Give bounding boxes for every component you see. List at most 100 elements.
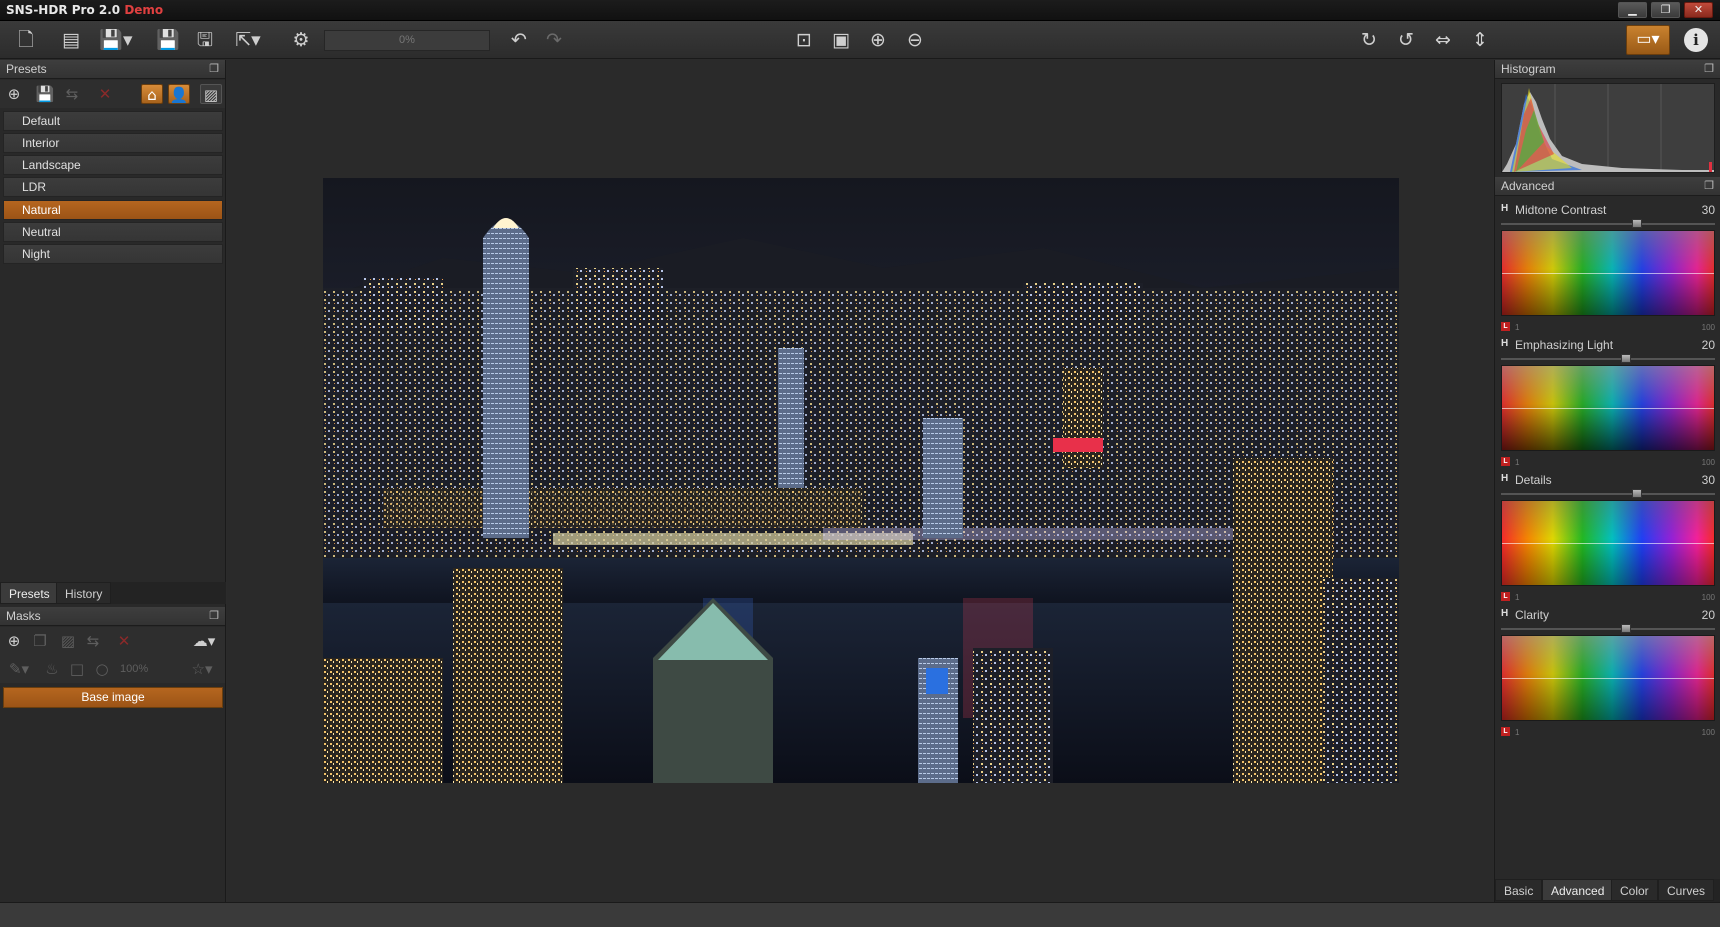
adjustment-emphasizing-light: H Emphasizing Light 20 [1501, 336, 1715, 354]
emphasizing-light-curve[interactable] [1501, 365, 1715, 451]
home-preset-icon[interactable]: ⌂ [141, 84, 163, 104]
curve-footer: L 1 100 [1501, 457, 1715, 467]
base-image-layer[interactable]: Base image [3, 687, 223, 708]
flip-horizontal-icon[interactable]: ⇔ [1429, 28, 1457, 52]
duplicate-mask-icon[interactable]: ❐ [29, 631, 51, 651]
slider-thumb[interactable] [1621, 354, 1632, 363]
adjustment-midtone-contrast: H Midtone Contrast 30 [1501, 201, 1715, 219]
delete-mask-icon[interactable]: ✕ [113, 631, 135, 651]
redo-icon[interactable]: ↷ [540, 28, 568, 52]
masks-toolbar-1: ⊕ ❐ ▨ ⇆ ✕ ☁▾ [0, 627, 225, 655]
zoom-out-icon[interactable]: ⊖ [901, 28, 929, 52]
rename-preset-icon[interactable]: ⇆ [61, 84, 83, 104]
zoom-fit-icon[interactable]: ▣ [827, 28, 855, 52]
l-marker[interactable]: L [1501, 457, 1510, 466]
mask-opacity-select[interactable]: 100% [120, 663, 148, 675]
tab-history[interactable]: History [56, 582, 112, 604]
curve-footer: L 1 100 [1501, 727, 1715, 737]
midtone-contrast-slider[interactable] [1501, 219, 1715, 228]
adjustment-value: 20 [1701, 608, 1715, 622]
details-slider[interactable] [1501, 489, 1715, 498]
midtone-contrast-curve[interactable] [1501, 230, 1715, 316]
fill-tool-icon[interactable]: ♨ [41, 659, 63, 679]
h-marker[interactable]: H [1501, 203, 1508, 214]
float-panel-icon[interactable]: ❐ [209, 60, 219, 79]
save-preset-icon[interactable]: 💾 [34, 84, 56, 104]
add-mask-icon[interactable]: ⊕ [3, 631, 25, 651]
image-preset-icon[interactable]: ▨ [200, 84, 222, 104]
h-marker[interactable]: H [1501, 608, 1508, 619]
star-menu-icon[interactable]: ☆▾ [186, 659, 218, 679]
emphasizing-light-slider[interactable] [1501, 354, 1715, 363]
restore-button[interactable]: ❐ [1651, 2, 1680, 18]
slider-thumb[interactable] [1631, 219, 1642, 228]
save-as-icon[interactable]: 🖫 [191, 28, 219, 52]
image-canvas[interactable] [227, 60, 1493, 902]
preset-item[interactable]: Default [3, 111, 223, 131]
right-panel-tabs: Basic Advanced Color Curves [1495, 879, 1720, 902]
preset-item[interactable]: Landscape [3, 155, 223, 175]
slider-thumb[interactable] [1631, 489, 1642, 498]
preset-item[interactable]: Neutral [3, 222, 223, 242]
demo-label: Demo [124, 3, 164, 17]
rotate-cw-icon[interactable]: ↻ [1355, 28, 1383, 52]
clarity-curve[interactable] [1501, 635, 1715, 721]
l-marker[interactable]: L [1501, 727, 1510, 736]
zoom-in-icon[interactable]: ⊕ [864, 28, 892, 52]
settings-icon[interactable]: ⚙ [287, 28, 315, 52]
undo-icon[interactable]: ↶ [505, 28, 533, 52]
adjustment-label: Emphasizing Light [1515, 338, 1614, 352]
mask-image-icon[interactable]: ▨ [57, 631, 79, 651]
display-mode-button[interactable]: ▭▾ [1626, 25, 1670, 55]
rectangle-tool-icon[interactable]: □ [66, 659, 88, 679]
preset-item[interactable]: Interior [3, 133, 223, 153]
tab-basic[interactable]: Basic [1495, 879, 1543, 901]
float-panel-icon[interactable]: ❐ [1704, 60, 1714, 79]
float-panel-icon[interactable]: ❐ [209, 607, 219, 626]
preset-item-selected[interactable]: Natural [3, 200, 223, 220]
add-preset-icon[interactable]: ⊕ [3, 84, 25, 104]
clarity-slider[interactable] [1501, 624, 1715, 633]
presets-toolbar: ⊕ 💾 ⇆ ✕ ⌂ 👤 ▨ [0, 80, 225, 108]
save-icon[interactable]: 💾 [154, 28, 182, 52]
flip-vertical-icon[interactable]: ⇕ [1466, 28, 1494, 52]
city-night-photo [323, 178, 1399, 783]
tab-curves[interactable]: Curves [1658, 879, 1715, 901]
tab-advanced[interactable]: Advanced [1542, 879, 1614, 901]
left-panel-tabs: Presets History [0, 582, 226, 604]
hdr-photo [323, 178, 1399, 783]
curve-footer: L 1 100 [1501, 592, 1715, 602]
brush-tool-icon[interactable]: ✎▾ [5, 659, 33, 679]
user-preset-icon[interactable]: 👤 [168, 84, 190, 104]
tab-color[interactable]: Color [1611, 879, 1658, 901]
zoom-actual-size-icon[interactable]: ⊡ [790, 28, 818, 52]
details-curve[interactable] [1501, 500, 1715, 586]
float-panel-icon[interactable]: ❐ [1704, 177, 1714, 196]
adjustment-value: 20 [1701, 338, 1715, 352]
delete-preset-icon[interactable]: ✕ [94, 84, 116, 104]
new-file-icon[interactable]: 🗋 [12, 28, 40, 52]
adjustment-value: 30 [1701, 203, 1715, 217]
swap-mask-icon[interactable]: ⇆ [82, 631, 104, 651]
open-sns-icon[interactable]: ▤ [57, 28, 85, 52]
preset-item[interactable]: Night [3, 244, 223, 264]
h-marker[interactable]: H [1501, 473, 1508, 484]
tab-presets[interactable]: Presets [0, 582, 59, 604]
masks-toolbar-2: ✎▾ ♨ □ ○ 100% ☆▾ [0, 655, 225, 683]
info-icon[interactable]: i [1684, 28, 1708, 52]
save-menu-icon[interactable]: 💾▾ [96, 28, 136, 52]
h-marker[interactable]: H [1501, 338, 1508, 349]
mask-cloud-menu-icon[interactable]: ☁▾ [188, 631, 220, 651]
close-button[interactable]: ✕ [1684, 2, 1713, 18]
preset-item[interactable]: LDR [3, 177, 223, 197]
curve-footer: L 1 100 [1501, 322, 1715, 332]
minimize-button[interactable]: ▁ [1618, 2, 1647, 18]
l-marker[interactable]: L [1501, 592, 1510, 601]
slider-thumb[interactable] [1621, 624, 1632, 633]
export-icon[interactable]: ⇱▾ [228, 28, 268, 52]
l-marker[interactable]: L [1501, 322, 1510, 331]
presets-header: Presets ❐ [0, 60, 225, 79]
rotate-ccw-icon[interactable]: ↺ [1392, 28, 1420, 52]
ellipse-tool-icon[interactable]: ○ [91, 659, 113, 679]
right-panel: Histogram ❐ Advanced ❐ H Midtone Contrast … [1494, 60, 1720, 902]
